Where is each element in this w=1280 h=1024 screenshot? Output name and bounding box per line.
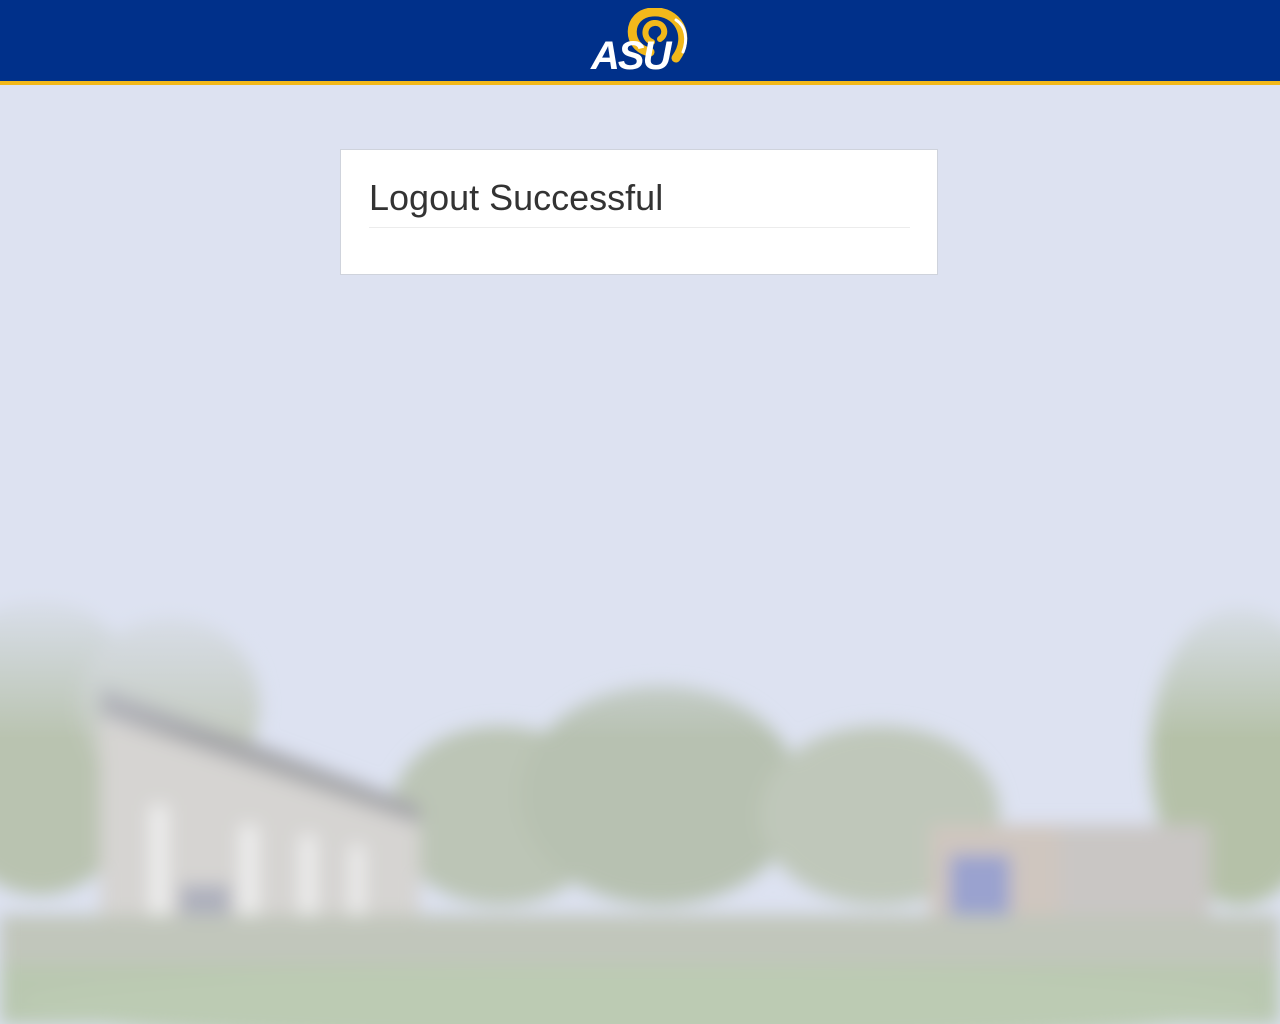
svg-text:ASU: ASU: [590, 34, 673, 74]
logout-panel: Logout Successful: [340, 149, 938, 275]
asu-logo[interactable]: ASU: [588, 7, 694, 78]
title-divider: [369, 227, 910, 228]
asu-ram-logo-icon: ASU: [590, 7, 688, 78]
page-title: Logout Successful: [369, 177, 664, 218]
top-header-bar: ASU: [0, 0, 1280, 85]
campus-background-image: [0, 585, 1280, 1024]
